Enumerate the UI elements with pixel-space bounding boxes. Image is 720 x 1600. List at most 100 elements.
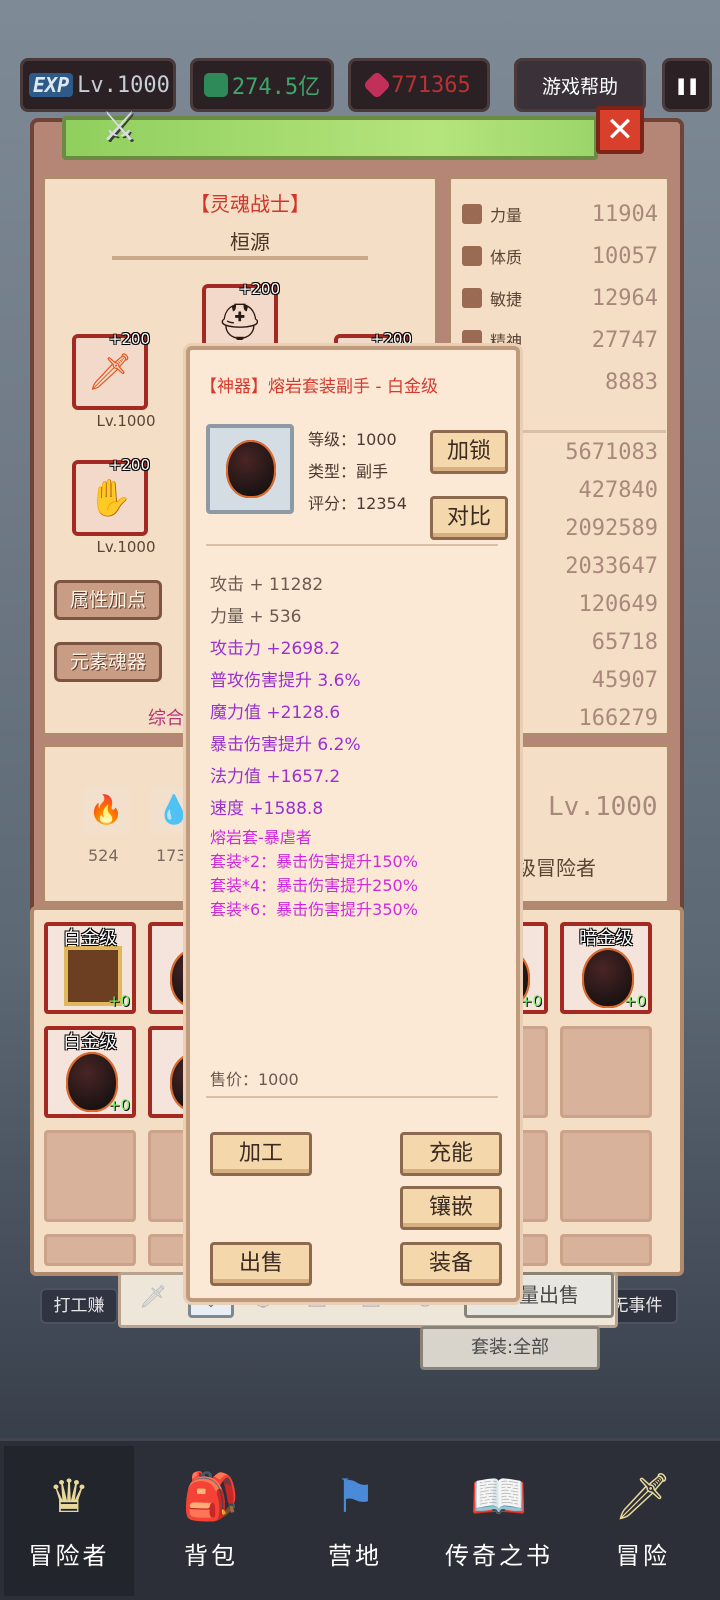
pause-icon: ❚❚ [674, 73, 700, 97]
base-attr: 力量 + 536 [210, 607, 302, 627]
enhance-level: +200 [238, 280, 280, 298]
set-bonus: 套装*6：暴击伤害提升350% [210, 900, 418, 919]
helmet-icon: ⛑ [217, 302, 263, 343]
nav-adventure[interactable]: 🗡 冒险 [578, 1446, 708, 1596]
bonus-attr: 魔力值 +2128.6 [210, 703, 341, 723]
attribute-points-button[interactable]: 属性加点 [54, 580, 162, 620]
lock-button[interactable]: 加锁 [430, 430, 508, 474]
base-attr: 攻击 + 11282 [210, 575, 324, 595]
sword-icon: 🗡 [613, 1469, 673, 1523]
compare-button[interactable]: 对比 [430, 496, 508, 540]
character-level: Lv.1000 [548, 792, 658, 822]
inlay-button[interactable]: 镶嵌 [400, 1186, 502, 1230]
backpack-icon: 🎒 [182, 1469, 240, 1523]
book-icon: 📖 [470, 1469, 528, 1523]
crossed-swords-icon: ⚔ [101, 104, 137, 150]
stat-value: 45907 [591, 668, 658, 693]
gem-display: 771365 [348, 58, 490, 112]
gloves-slot[interactable]: ✋ +200 [72, 456, 150, 536]
inventory-item[interactable]: 白金级 +0 [44, 1026, 136, 1118]
inventory-item[interactable]: 白金级 +0 [44, 922, 136, 1014]
stat-value: 427840 [578, 478, 658, 503]
element-soul-button[interactable]: 元素魂器 [54, 642, 162, 682]
exp-badge: EXP [29, 73, 74, 97]
gold-amount: 274.5亿 [231, 75, 321, 100]
inventory-empty-slot[interactable] [560, 1130, 652, 1222]
lava-offhand-icon [226, 440, 276, 498]
sell-price: 售价：1000 [210, 1070, 299, 1089]
nav-camp[interactable]: ⚑ 营地 [290, 1446, 420, 1596]
bonus-attr: 攻击力 +2698.2 [210, 639, 341, 659]
nav-backpack[interactable]: 🎒 背包 [146, 1446, 276, 1596]
item-enhance: +0 [623, 992, 646, 1010]
inventory-empty-slot[interactable] [44, 1234, 136, 1266]
divider [206, 544, 498, 546]
item-title: 【神器】熔岩套装副手 - 白金级 [200, 377, 438, 397]
enhance-level: +200 [108, 330, 150, 348]
equip-button[interactable]: 装备 [400, 1242, 502, 1286]
inventory-empty-slot[interactable] [560, 1026, 652, 1118]
total-score-label: 综合 [148, 708, 184, 729]
pause-button[interactable]: ❚❚ [662, 58, 712, 112]
item-score: 评分：12354 [308, 494, 407, 513]
sword-icon: 🗡 [139, 1285, 167, 1310]
gem-amount: 771365 [391, 72, 471, 98]
character-name: 桓源 [230, 230, 270, 254]
crown-helmet-icon: ♛ [48, 1469, 90, 1523]
stat-value: 166279 [578, 706, 658, 731]
bonus-attr: 普攻伤害提升 3.6% [210, 671, 361, 691]
item-enhance: +0 [107, 992, 130, 1010]
stat-value: 120649 [578, 592, 658, 617]
item-enhance: +0 [107, 1096, 130, 1114]
bonus-attr: 法力值 +1657.2 [210, 767, 341, 787]
divider [206, 1096, 498, 1098]
ruby-icon [363, 70, 392, 100]
process-button[interactable]: 加工 [210, 1132, 312, 1176]
set-bonus: 套装*4：暴击伤害提升250% [210, 876, 418, 895]
gauntlet-icon: ✋ [87, 478, 133, 519]
character-class: 【灵魂战士】 [190, 192, 310, 216]
stat-value: 2033647 [565, 554, 658, 579]
work-earn-button[interactable]: 打工赚 [40, 1288, 118, 1324]
inventory-empty-slot[interactable] [560, 1234, 652, 1266]
set-filter-dropdown[interactable]: 套装:全部 [420, 1326, 600, 1370]
heart-icon [462, 246, 482, 266]
close-icon: ✕ [605, 110, 635, 150]
gold-display: 274.5亿 [190, 58, 334, 112]
stat-value: 5671083 [565, 440, 658, 465]
stat-value: 2092589 [565, 516, 658, 541]
item-rarity: 白金级 [63, 1032, 117, 1053]
set-bonus: 套装*2：暴击伤害提升150% [210, 852, 418, 871]
flame-sword-icon: 🗡 [87, 352, 133, 393]
nav-legend-book[interactable]: 📖 传奇之书 [434, 1446, 564, 1596]
strength-icon [462, 204, 482, 224]
fire-orb-icon: 🔥 [82, 786, 130, 834]
item-rarity: 白金级 [63, 928, 117, 949]
fire-orb-count: 524 [88, 846, 119, 865]
bonus-attr: 速度 +1588.8 [210, 799, 324, 819]
charge-button[interactable]: 充能 [400, 1132, 502, 1176]
item-rarity: 暗金级 [579, 928, 633, 949]
nav-adventurer[interactable]: ♛ 冒险者 [4, 1446, 134, 1596]
camp-banner-icon: ⚑ [334, 1469, 376, 1523]
stat-constitution: 体质 10057 [462, 240, 658, 272]
inventory-item[interactable]: 暗金级 +0 [560, 922, 652, 1014]
item-enhance: +0 [519, 992, 542, 1010]
sell-button[interactable]: 出售 [210, 1242, 312, 1286]
item-level: 等级：1000 [308, 430, 397, 449]
slot-level: Lv.1000 [96, 538, 156, 556]
boot-icon [462, 288, 482, 308]
inventory-empty-slot[interactable] [44, 1130, 136, 1222]
bonus-attr: 暴击伤害提升 6.2% [210, 735, 361, 755]
emerald-icon [203, 73, 228, 97]
stat-strength: 力量 11904 [462, 198, 658, 230]
stat-value: 65718 [591, 630, 658, 655]
set-name: 熔岩套-暴虐者 [210, 828, 312, 847]
divider [112, 256, 368, 260]
tab-weapon[interactable]: 🗡 [130, 1278, 176, 1318]
slot-level: Lv.1000 [96, 412, 156, 430]
close-button[interactable]: ✕ [596, 106, 644, 154]
enhance-level: +200 [108, 456, 150, 474]
game-help-button[interactable]: 游戏帮助 [514, 58, 646, 112]
weapon-slot[interactable]: 🗡 +200 [72, 330, 150, 410]
